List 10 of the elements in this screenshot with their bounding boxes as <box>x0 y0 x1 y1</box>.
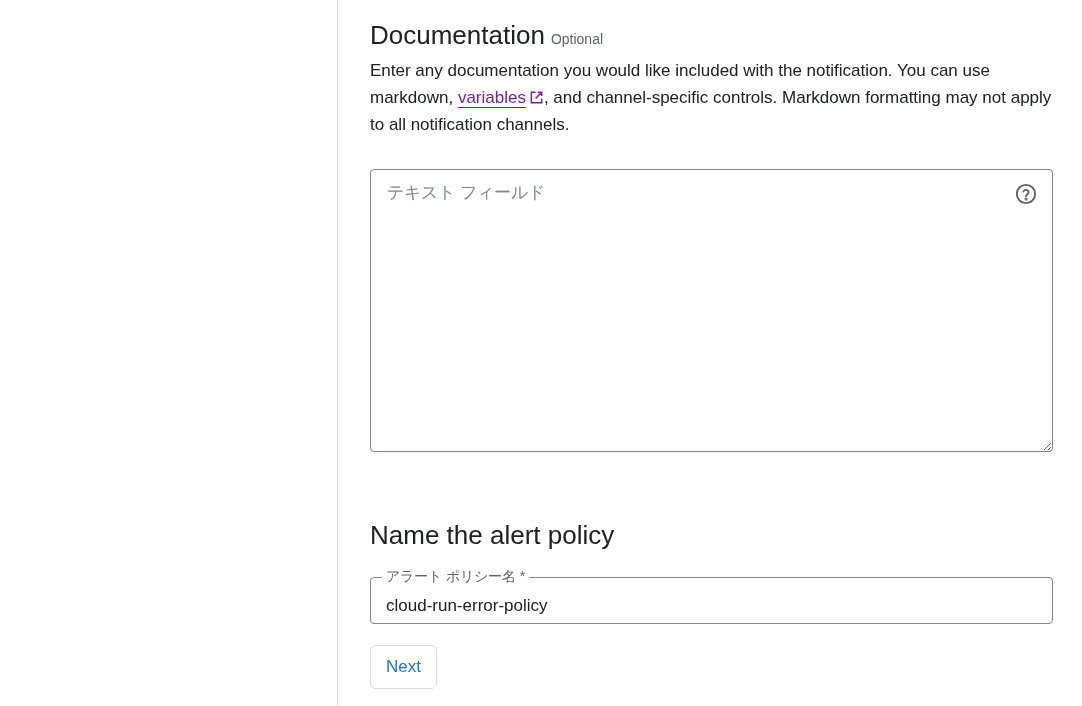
field-label: アラート ポリシー名 * <box>382 568 530 585</box>
external-link-icon <box>528 90 544 106</box>
optional-label: Optional <box>550 30 604 49</box>
section-title: Documentation <box>370 20 545 52</box>
section-title: Name the alert policy <box>370 520 616 552</box>
variables-link[interactable]: variables <box>457 88 544 108</box>
documentation-field[interactable]: テキスト フィールド <box>370 169 1053 453</box>
next-button[interactable]: Next <box>370 645 437 689</box>
description-text: Enter any documentation you would like included with the notification. You can use markdown, variables , and channel-specific controls. Markdown formatting may not apply to all notification channels. <box>370 60 1053 137</box>
help-icon[interactable] <box>1015 183 1037 206</box>
